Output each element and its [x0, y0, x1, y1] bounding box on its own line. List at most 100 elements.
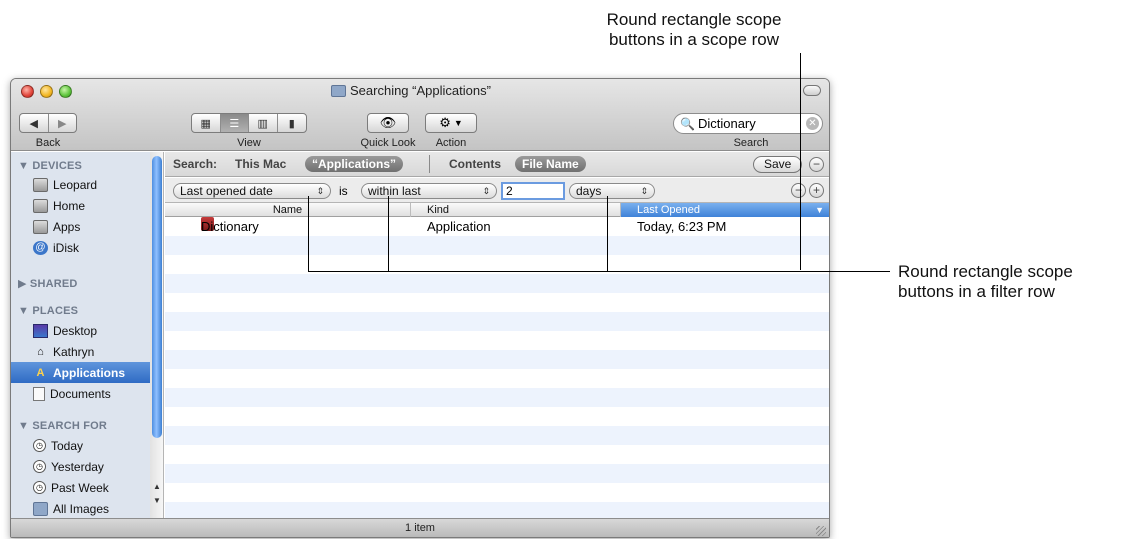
operator-popup[interactable]: within last ⇕: [361, 183, 497, 199]
sidebar-item-label: All Images: [53, 501, 110, 516]
view-label: View: [237, 137, 261, 149]
forward-button[interactable]: ▶: [49, 114, 77, 132]
sidebar-section-shared[interactable]: ▶ SHARED: [18, 277, 78, 290]
sidebar-item-past-week[interactable]: ◷ Past Week: [11, 477, 151, 498]
zoom-window-button[interactable]: [59, 85, 72, 98]
sidebar-item-label: Apps: [53, 219, 81, 234]
popup-arrows-icon: ⇕: [316, 186, 324, 196]
sidebar-item-apps[interactable]: Apps: [11, 216, 151, 237]
sidebar-item-label: Desktop: [53, 323, 98, 338]
sidebar-item-applications[interactable]: A Applications: [11, 362, 151, 383]
sidebar-item-leopard[interactable]: Leopard: [11, 174, 151, 195]
scope-divider: [429, 155, 430, 173]
unit-popup-value: days: [576, 184, 602, 198]
back-button[interactable]: ◀: [20, 114, 49, 132]
coverflow-view-button[interactable]: ▮: [278, 114, 306, 132]
list-view-icon: ☰: [229, 117, 240, 130]
sidebar-item-label: Documents: [50, 386, 111, 401]
quick-look-button[interactable]: 👁: [367, 113, 409, 133]
filter-value-input[interactable]: 2: [501, 182, 565, 200]
sidebar-item-label: Yesterday: [51, 459, 104, 474]
scroll-up-arrow-icon[interactable]: ▲: [152, 482, 162, 492]
sidebar-item-label: Past Week: [51, 480, 109, 495]
search-input-value: Dictionary: [697, 116, 756, 131]
hard-disk-icon: [33, 219, 48, 234]
file-list: Dictionary Application Today, 6:23 PM: [165, 217, 829, 518]
sidebar-item-label: Leopard: [53, 177, 98, 192]
sidebar-item-yesterday[interactable]: ◷ Yesterday: [11, 456, 151, 477]
column-header-kind[interactable]: Kind: [411, 203, 621, 217]
status-item-count: 1 item: [405, 522, 435, 534]
sidebar-item-all-images[interactable]: All Images: [11, 498, 151, 519]
clock-icon: ◷: [33, 460, 46, 473]
list-view-button[interactable]: ☰: [220, 114, 249, 132]
scope-applications-button[interactable]: “Applications”: [305, 156, 404, 172]
sidebar: ▼ DEVICES Leopard Home Apps @ iDisk ▶ SH…: [11, 152, 151, 518]
add-filter-button[interactable]: +: [809, 183, 824, 198]
sort-descending-icon: ▼: [815, 205, 824, 215]
gear-icon: ⚙: [439, 115, 451, 130]
icon-view-icon: ▦: [200, 117, 211, 130]
quick-look-label: Quick Look: [360, 137, 416, 149]
sidebar-item-label: iDisk: [53, 240, 79, 255]
sidebar-item-documents[interactable]: Documents: [11, 383, 151, 404]
toolbar-toggle-button[interactable]: [803, 85, 821, 96]
sidebar-item-desktop[interactable]: Desktop: [11, 320, 151, 341]
action-button[interactable]: ⚙ ▼: [425, 113, 477, 133]
unit-popup[interactable]: days ⇕: [569, 183, 655, 199]
search-label: Search: [733, 137, 769, 149]
column-header-name[interactable]: Name: [165, 203, 411, 217]
sidebar-item-label: Home: [53, 198, 86, 213]
list-header: Name Kind Last Opened ▼: [165, 203, 829, 217]
sidebar-item-label: Applications: [53, 365, 126, 380]
close-window-button[interactable]: [21, 85, 34, 98]
row-kind: Application: [427, 219, 491, 234]
back-label: Back: [35, 137, 61, 149]
filter-leader-operator: [388, 196, 389, 272]
save-search-button[interactable]: Save: [753, 156, 803, 173]
sidebar-section-search-for[interactable]: ▼ SEARCH FOR: [18, 420, 107, 432]
search-icon: 🔍: [680, 116, 695, 131]
filter-is-label: is: [339, 184, 348, 198]
table-row[interactable]: Dictionary Application Today, 6:23 PM: [165, 217, 829, 236]
filter-row-callout-line2: buttons in a filter row: [898, 282, 1055, 301]
icon-view-button[interactable]: ▦: [192, 114, 221, 132]
sidebar-item-kathryn[interactable]: ⌂ Kathryn: [11, 341, 151, 362]
minimize-window-button[interactable]: [40, 85, 53, 98]
sidebar-item-idisk[interactable]: @ iDisk: [11, 237, 151, 258]
sidebar-item-label: Kathryn: [53, 344, 95, 359]
applications-icon: A: [36, 366, 45, 379]
scope-row-callout-line2: buttons in a scope row: [608, 30, 780, 49]
sidebar-scroll-thumb[interactable]: [152, 156, 162, 438]
scroll-down-arrow-icon[interactable]: ▼: [152, 496, 162, 506]
sidebar-item-home[interactable]: Home: [11, 195, 151, 216]
view-mode-control: ▦ ☰ ▥ ▮: [191, 113, 307, 133]
column-header-last-opened-label: Last Opened: [637, 204, 700, 216]
scope-file-name-button[interactable]: File Name: [515, 156, 586, 172]
document-icon: [33, 386, 45, 401]
sidebar-section-places[interactable]: ▼ PLACES: [18, 305, 78, 317]
filter-leader-unit: [607, 196, 608, 272]
filter-row-callout: Round rectangle scope buttons in a filte…: [898, 262, 1120, 302]
attribute-popup-value: Last opened date: [180, 184, 273, 198]
sidebar-item-today[interactable]: ◷ Today: [11, 435, 151, 456]
column-view-button[interactable]: ▥: [249, 114, 278, 132]
chevron-down-icon: ▼: [453, 118, 463, 128]
scope-this-mac-button[interactable]: This Mac: [235, 157, 286, 171]
toolbar: Searching “Applications” ◀ ▶ Back ▦ ☰ ▥ …: [11, 79, 829, 151]
filter-row: Last opened date ⇕ is within last ⇕ 2 da…: [165, 178, 829, 203]
clock-icon: ◷: [33, 481, 46, 494]
scope-contents-button[interactable]: Contents: [449, 157, 501, 171]
scope-row-callout: Round rectangle scope buttons in a scope…: [578, 10, 810, 50]
status-bar: 1 item: [11, 518, 829, 537]
smart-folder-icon: [331, 84, 346, 97]
column-header-last-opened[interactable]: Last Opened ▼: [621, 203, 829, 217]
sidebar-section-devices[interactable]: ▼ DEVICES: [18, 160, 82, 172]
filter-leader-horizontal: [308, 271, 890, 272]
hard-disk-icon: [33, 177, 48, 192]
resize-grip-icon[interactable]: [816, 526, 826, 536]
sidebar-scrollbar[interactable]: ▲ ▼: [150, 152, 164, 518]
clear-search-icon[interactable]: ✕: [806, 117, 819, 130]
remove-filter-button[interactable]: −: [791, 183, 806, 198]
remove-scope-row-button[interactable]: −: [809, 157, 824, 172]
